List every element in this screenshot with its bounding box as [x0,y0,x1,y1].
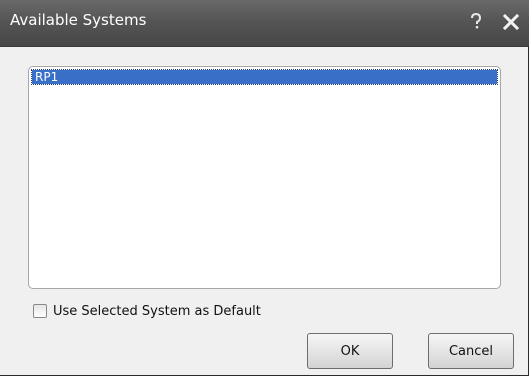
available-systems-dialog: Available Systems RP1 Use Selected Syste… [0,0,529,376]
ok-button[interactable]: OK [307,333,393,369]
help-icon[interactable] [469,12,483,32]
close-icon[interactable] [502,12,520,32]
systems-listbox[interactable]: RP1 [28,66,501,289]
default-system-checkbox-label[interactable]: Use Selected System as Default [53,304,261,319]
cancel-button[interactable]: Cancel [428,333,514,369]
dialog-title: Available Systems [10,11,147,29]
default-system-option[interactable]: Use Selected System as Default [33,302,261,320]
default-system-checkbox[interactable] [33,304,47,318]
title-bar[interactable]: Available Systems [0,0,529,47]
list-item[interactable]: RP1 [31,69,498,85]
